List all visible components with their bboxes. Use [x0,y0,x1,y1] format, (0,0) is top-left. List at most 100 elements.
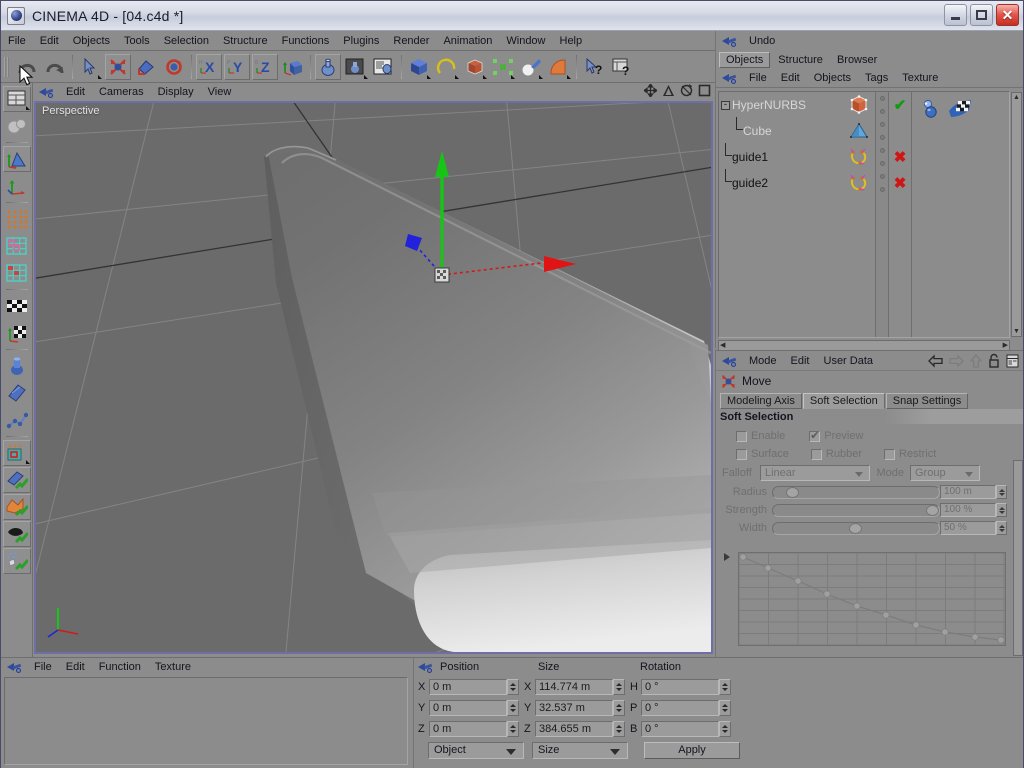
object-name-guide2[interactable]: guide2 [732,176,768,190]
menu-tools[interactable]: Tools [117,32,157,50]
use-soft-selection-button[interactable] [2,548,31,574]
redo-tool-button[interactable] [42,54,68,80]
width-input[interactable]: 50 % [940,521,996,535]
tab-soft-selection[interactable]: Soft Selection [802,393,885,409]
coord-system-select[interactable]: Object [428,741,524,759]
table-row[interactable]: guide1 [719,143,843,170]
menu-window[interactable]: Window [499,32,552,50]
cube-primitive-icon[interactable] [843,118,875,144]
menu-selection[interactable]: Selection [157,32,216,50]
render-settings-button[interactable] [371,54,397,80]
world-object-axis-button[interactable] [280,54,306,80]
falloff-select[interactable]: Linear [760,465,870,481]
polygon-mode-button[interactable] [3,260,31,286]
object-name-cube[interactable]: Cube [743,124,772,138]
mm-menu-function[interactable]: Function [92,658,148,676]
position-z-stepper[interactable] [507,720,519,737]
strength-slider-knob[interactable] [925,504,939,516]
tab-browser[interactable]: Browser [831,53,883,67]
material-list[interactable] [4,677,408,765]
texture-mode-button[interactable] [3,293,31,319]
status-badge-enabled[interactable]: ✔ [889,92,911,118]
am-menu-user-data[interactable]: User Data [817,352,881,370]
quantize-snap-button[interactable] [2,467,31,493]
size-x-input[interactable]: 114.774 m [535,678,613,695]
tab-structure[interactable]: Structure [772,53,829,67]
editor-visibility-dot[interactable] [876,170,888,183]
menu-animation[interactable]: Animation [436,32,499,50]
object-name-guide1[interactable]: guide1 [732,150,768,164]
status-badge-disabled[interactable]: ✖ [889,170,911,196]
rotation-h-input[interactable]: 0 ° [641,678,719,695]
size-x-stepper[interactable] [613,678,625,695]
rubber-checkbox[interactable] [810,448,822,460]
apply-button[interactable]: Apply [644,741,740,759]
mode-select[interactable]: Group [910,465,980,481]
undo-label[interactable]: Undo [742,32,782,50]
position-y-input[interactable]: 0 m [429,699,507,716]
rotate-view-icon[interactable] [680,84,693,97]
position-z-input[interactable]: 0 m [429,720,507,737]
move-view-icon[interactable] [644,84,657,97]
om-menu-edit[interactable]: Edit [774,69,807,87]
tab-objects[interactable]: Objects [719,52,771,68]
radius-slider-knob[interactable] [786,486,800,498]
animation-mode-button[interactable] [3,407,31,433]
tab-snap-settings[interactable]: Snap Settings [885,393,969,409]
add-spline-button[interactable] [434,54,460,80]
menu-structure[interactable]: Structure [216,32,275,50]
size-mode-select[interactable]: Size [532,741,628,759]
mm-menu-edit[interactable]: Edit [59,658,92,676]
menu-help[interactable]: Help [553,32,590,50]
rotate-tool-button[interactable] [161,54,187,80]
rotation-b-input[interactable]: 0 ° [641,720,719,737]
edge-mode-button[interactable] [3,233,31,259]
width-slider[interactable] [772,521,940,535]
point-mode-button[interactable] [3,206,31,232]
preview-checkbox[interactable] [809,429,821,442]
viewport-menu-edit[interactable]: Edit [59,83,92,101]
editor-visibility-dot[interactable] [876,118,888,131]
width-stepper[interactable] [996,521,1007,535]
menu-file[interactable]: File [1,32,33,50]
live-selection-tool-button[interactable] [77,54,103,80]
model-mode-button[interactable] [2,146,31,172]
back-arrow-icon[interactable] [928,353,943,368]
layout-presets-button[interactable] [2,86,31,112]
table-row[interactable]: - HyperNURBS [719,92,843,118]
context-help-cursor-button[interactable]: ? [581,54,607,80]
add-deformer-button[interactable] [546,54,572,80]
scale-tool-button[interactable] [133,54,159,80]
size-y-stepper[interactable] [613,699,625,716]
render-view-button[interactable] [315,53,341,80]
table-row[interactable]: Cube [719,117,843,144]
render-region-button[interactable] [343,54,369,80]
toolbar-grip[interactable] [3,55,10,79]
lock-y-axis-button[interactable]: YP [224,53,250,80]
make-editable-button[interactable] [3,113,31,139]
position-x-stepper[interactable] [507,678,519,695]
viewport-solo-button[interactable] [3,353,31,379]
expander-icon[interactable]: - [721,100,730,110]
render-visibility-dot[interactable] [876,105,888,118]
editor-visibility-dot[interactable] [876,144,888,157]
lock-x-axis-button[interactable]: XH [196,53,222,80]
perspective-viewport[interactable]: Perspective [34,101,713,654]
menu-plugins[interactable]: Plugins [336,32,386,50]
lock-icon[interactable] [988,353,1000,368]
hypernurbs-icon[interactable] [843,92,875,118]
enable-checkbox[interactable] [736,430,747,442]
size-z-stepper[interactable] [613,720,625,737]
maximize-view-icon[interactable] [698,84,711,97]
render-visibility-dot[interactable] [876,131,888,144]
om-menu-tags[interactable]: Tags [858,69,895,87]
help-manual-button[interactable]: ? [609,54,635,80]
viewport-menu-display[interactable]: Display [151,83,201,101]
menu-edit[interactable]: Edit [33,32,66,50]
use-point-mode-toggle-button[interactable] [2,494,31,520]
radius-input[interactable]: 100 m [940,485,996,499]
attribute-manager-vscrollbar[interactable] [1013,460,1023,656]
texture-axis-mode-button[interactable] [3,320,31,346]
close-button[interactable]: ✕ [996,4,1019,26]
enable-axis-modification-button[interactable] [3,380,31,406]
